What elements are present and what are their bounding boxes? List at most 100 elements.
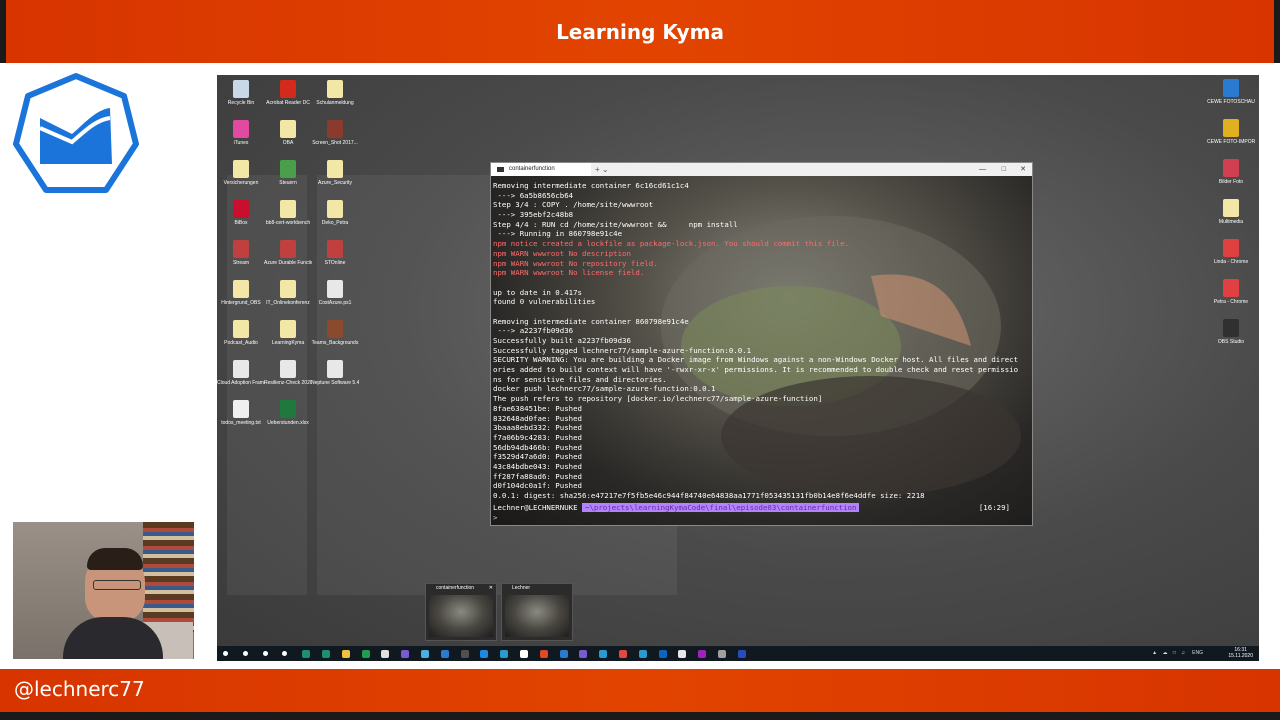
taskbar-app-icon[interactable] — [559, 650, 568, 658]
desktop-icon[interactable]: Hintergrund_OBS — [217, 280, 265, 306]
file-icon — [280, 240, 296, 258]
tray-lang[interactable]: ENG — [1192, 650, 1203, 656]
desktop-icon[interactable]: Recycle Bin — [217, 80, 265, 106]
desktop-icon[interactable]: Schulanmeldung — [311, 80, 359, 106]
taskbar-app-icon[interactable] — [401, 650, 410, 658]
taskbar-app-icon[interactable] — [262, 651, 268, 656]
taskbar-app-icon[interactable] — [341, 650, 350, 658]
taskbar-app-icon[interactable] — [539, 650, 548, 658]
desktop-icon[interactable]: Petra - Chrome — [1207, 279, 1255, 305]
desktop-icon[interactable]: Multimedia — [1207, 199, 1255, 225]
minimize-icon[interactable]: — — [979, 163, 986, 176]
desktop-icon[interactable]: CostAzure.ps1 — [311, 280, 359, 306]
app-icon — [1223, 319, 1239, 337]
taskbar-preview-lechner[interactable]: Lechner — [501, 583, 573, 641]
desktop-icon[interactable]: Steuern — [264, 160, 312, 186]
search-icon[interactable] — [242, 651, 248, 656]
taskbar-app-icon[interactable] — [678, 650, 687, 658]
taskbar-app-icon[interactable] — [302, 650, 311, 658]
desktop-icon-label: OBA — [282, 140, 294, 146]
taskbar-app-icon[interactable] — [619, 650, 627, 658]
desktop-icon[interactable]: Teams_Backgrounds — [311, 320, 359, 346]
taskbar-app-icon[interactable] — [361, 650, 370, 658]
terminal-line: Step 3/4 : COPY . /home/site/wwwroot — [493, 200, 654, 210]
desktop-icon[interactable]: CEWE FOTO-IMPORTER — [1207, 119, 1255, 145]
new-tab-button[interactable]: + ⌄ — [595, 163, 609, 176]
desktop-icon[interactable]: todos_meeting.txt — [217, 400, 265, 426]
desktop-icon[interactable]: Ueberstunden.xlsx — [264, 400, 312, 426]
prompt-time: [16:29] — [978, 503, 1010, 512]
taskbar-app-icon[interactable] — [718, 650, 726, 658]
app-icon — [1223, 159, 1239, 177]
app-icon — [1223, 119, 1239, 137]
taskbar-app-icon[interactable] — [480, 650, 489, 658]
desktop-icon[interactable]: OBA — [264, 120, 312, 146]
desktop-icon[interactable]: OBS Studio — [1207, 319, 1255, 345]
desktop-icon-label: CostAzure.ps1 — [318, 300, 352, 306]
taskbar-app-icon[interactable] — [322, 650, 330, 658]
desktop-icon[interactable]: Deko_Petra — [311, 200, 359, 226]
prompt-path: ~\projects\learningKymaCode\final\episod… — [582, 503, 860, 512]
desktop-icon[interactable]: Linda - Chrome — [1207, 239, 1255, 265]
desktop-icon[interactable]: iTunes — [217, 120, 265, 146]
file-icon — [280, 400, 296, 418]
taskbar-app-icon[interactable] — [381, 650, 390, 658]
tray-icons[interactable]: ▲ ☁ □ ♫ — [1152, 650, 1187, 656]
desktop-icon[interactable]: Versicherungen — [217, 160, 265, 186]
close-icon[interactable]: ✕ — [1020, 163, 1026, 176]
start-icon[interactable] — [223, 651, 228, 656]
file-icon — [280, 320, 296, 338]
app-icon — [1223, 79, 1239, 97]
taskbar-app-icon[interactable] — [421, 650, 429, 658]
taskbar-app-icon[interactable] — [638, 650, 647, 658]
taskbar-app-icon[interactable] — [658, 650, 667, 658]
terminal-line: SECURITY WARNING: You are building a Doc… — [493, 355, 1019, 365]
taskbar-app-icon[interactable] — [520, 650, 528, 658]
maximize-icon[interactable]: □ — [1002, 163, 1006, 176]
desktop-icon[interactable]: LearningKyma — [264, 320, 312, 346]
desktop-icon[interactable]: bb8-cert-workbench — [264, 200, 312, 226]
terminal-body[interactable]: Removing intermediate container 6c16cd61… — [491, 176, 1032, 525]
desktop-icon-label: Schulanmeldung — [316, 100, 354, 106]
desktop-icon[interactable]: Cloud Adoption Framework - Platfo... — [217, 360, 265, 386]
desktop-icon[interactable]: Azure Durable Functions — [264, 240, 312, 266]
desktop-icon[interactable]: IT_Onlinekonferenz — [264, 280, 312, 306]
desktop-icon-label: Cloud Adoption Framework - Platfo... — [217, 380, 265, 386]
terminal-prompt: Lechner@LECHNERNUKE ~\projects\learningK… — [493, 503, 1028, 513]
presenter-hair — [87, 548, 143, 570]
desktop-icon[interactable]: BiBox — [217, 200, 265, 226]
desktop-icon[interactable]: Stream — [217, 240, 265, 266]
preview-title: Lechner — [512, 585, 531, 591]
file-icon — [280, 200, 296, 218]
terminal-line: 43c84bdbe043: Pushed — [493, 461, 582, 471]
desktop-icon-label: Podcast_Audio — [224, 340, 258, 346]
desktop-icon[interactable]: Acrobat Reader DC — [264, 80, 312, 106]
taskbar-app-icon[interactable] — [460, 650, 469, 658]
taskbar-app-icon[interactable] — [440, 650, 449, 658]
file-icon — [327, 360, 343, 378]
taskbar-app-icon[interactable] — [599, 650, 608, 658]
taskbar-app-icon[interactable] — [579, 650, 588, 658]
taskbar-app-icon[interactable] — [500, 650, 509, 658]
desktop-icon[interactable]: Podcast_Audio — [217, 320, 265, 346]
file-icon — [327, 240, 343, 258]
desktop-icon[interactable]: Bilder Foto — [1207, 159, 1255, 185]
desktop-icon[interactable]: CEWE FOTOSCHAU — [1207, 79, 1255, 105]
file-icon — [327, 200, 343, 218]
taskbar-app-icon[interactable] — [698, 650, 707, 658]
desktop-icon-label: Petra - Chrome — [1213, 299, 1249, 305]
preview-close-icon[interactable]: ✕ — [489, 584, 493, 593]
desktop-icon[interactable]: Screen_Shot 2017... — [311, 120, 359, 146]
desktop-icon[interactable]: Neptune Software 5.4 Sneak Whitepap... — [311, 360, 359, 386]
desktop-icon[interactable]: Azure_Security — [311, 160, 359, 186]
terminal-window[interactable]: containerfunction + ⌄ — □ ✕ Removing int… — [490, 162, 1033, 526]
desktop-icon[interactable]: STOnline — [311, 240, 359, 266]
desktop-icon[interactable]: Resilienz-Check 2020 — [264, 360, 312, 386]
terminal-cursor[interactable]: > — [493, 513, 497, 522]
taskbar-app-icon[interactable] — [737, 650, 746, 658]
taskbar-preview-containerfunction[interactable]: containerfunction ✕ — [425, 583, 497, 641]
taskbar-app-icon[interactable] — [282, 651, 288, 656]
taskbar-clock[interactable]: 16:31 15.11.2020 — [1228, 647, 1253, 659]
terminal-tab[interactable]: containerfunction — [491, 163, 591, 176]
